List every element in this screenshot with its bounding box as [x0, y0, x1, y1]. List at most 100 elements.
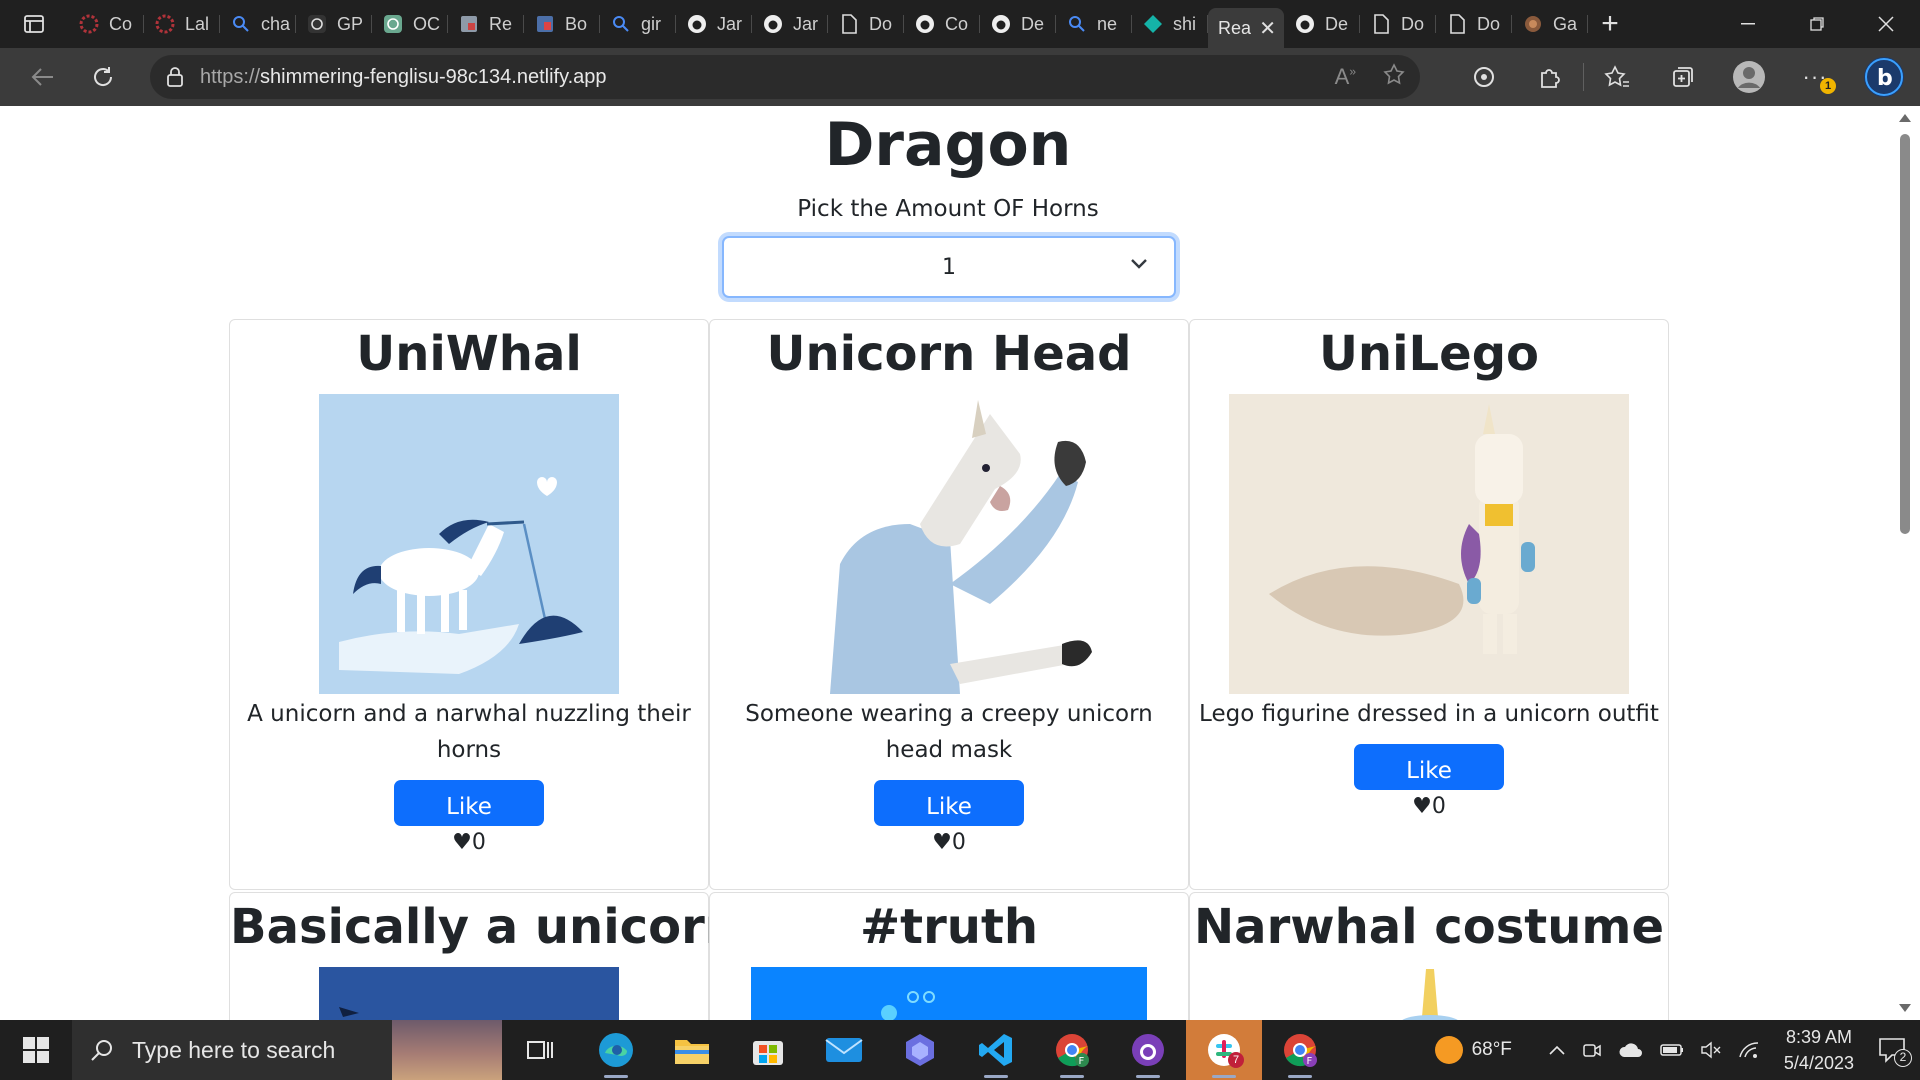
- tab[interactable]: De: [980, 6, 1056, 42]
- scroll-down-arrow-icon[interactable]: [1899, 1004, 1911, 1012]
- folder-icon: [675, 1040, 709, 1064]
- tab[interactable]: Do: [1360, 6, 1436, 42]
- start-button[interactable]: [0, 1020, 72, 1080]
- onedrive-icon[interactable]: [1618, 1041, 1644, 1059]
- document-icon: [838, 13, 860, 35]
- page-viewport: Dragon Pick the Amount OF Horns 1 UniWha…: [0, 106, 1920, 1020]
- lock-icon[interactable]: [150, 66, 200, 88]
- beast-image[interactable]: [319, 394, 619, 694]
- mail-button[interactable]: [806, 1020, 882, 1080]
- more-menu-button[interactable]: ··· 1: [1782, 48, 1848, 106]
- tab[interactable]: cha: [220, 6, 296, 42]
- chevron-up-icon[interactable]: [1548, 1044, 1566, 1056]
- card-title: #truth: [859, 899, 1039, 955]
- extensions-button[interactable]: [1517, 48, 1583, 106]
- like-button[interactable]: Like: [874, 780, 1024, 826]
- collections-button[interactable]: [1650, 48, 1716, 106]
- puzzle-icon: [1541, 69, 1560, 88]
- meet-now-icon[interactable]: [1582, 1040, 1602, 1060]
- tab[interactable]: ne: [1056, 6, 1132, 42]
- wifi-icon[interactable]: [1738, 1041, 1760, 1059]
- new-tab-button[interactable]: +: [1588, 6, 1632, 42]
- beast-image[interactable]: [319, 967, 619, 1020]
- tab[interactable]: Lal: [144, 6, 220, 42]
- tab[interactable]: De: [1284, 6, 1360, 42]
- github-desktop-button[interactable]: [1110, 1020, 1186, 1080]
- close-icon[interactable]: ✕: [1259, 16, 1276, 41]
- close-window-button[interactable]: [1851, 0, 1920, 48]
- file-explorer-button[interactable]: [654, 1020, 730, 1080]
- tab[interactable]: Do: [828, 6, 904, 42]
- tab-actions-icon: [24, 15, 44, 33]
- tab-title: Jar: [793, 13, 819, 34]
- scroll-up-arrow-icon[interactable]: [1899, 114, 1911, 122]
- store-button[interactable]: [730, 1020, 806, 1080]
- weather-temp[interactable]: 68°F: [1472, 1039, 1512, 1061]
- tab[interactable]: Ga: [1512, 6, 1588, 42]
- like-count: ♥0: [230, 830, 708, 855]
- add-favorite-icon[interactable]: [1382, 62, 1406, 92]
- like-count-value: 0: [951, 830, 966, 855]
- beast-image[interactable]: [1380, 967, 1480, 1020]
- tab[interactable]: Re: [448, 6, 524, 42]
- volume-muted-icon[interactable]: [1700, 1041, 1722, 1059]
- notification-count: 2: [1894, 1049, 1912, 1067]
- profile-button[interactable]: [1716, 48, 1782, 106]
- refresh-button[interactable]: [76, 48, 130, 106]
- clock-date: 5/4/2023: [1783, 1053, 1854, 1073]
- restore-button[interactable]: [1782, 0, 1851, 48]
- tab[interactable]: Co: [904, 6, 980, 42]
- selected-value: 1: [942, 254, 956, 280]
- bing-icon: b: [1864, 57, 1904, 97]
- like-button[interactable]: Like: [394, 780, 544, 826]
- search-icon: [1066, 13, 1088, 35]
- back-button[interactable]: [16, 48, 70, 106]
- power-automate-button[interactable]: [882, 1020, 958, 1080]
- chrome-profile-2-button[interactable]: F: [1262, 1020, 1338, 1080]
- chrome-profile-button[interactable]: F: [1034, 1020, 1110, 1080]
- beast-image[interactable]: [1229, 394, 1629, 694]
- like-button[interactable]: Like: [1354, 744, 1504, 790]
- mail-icon: [825, 1038, 863, 1062]
- system-clock[interactable]: 8:39 AM 5/4/2023: [1784, 1024, 1854, 1076]
- battery-icon[interactable]: [1660, 1043, 1684, 1057]
- weather-icon[interactable]: [1434, 1035, 1464, 1065]
- edge-taskbar-button[interactable]: [578, 1020, 654, 1080]
- favorites-button[interactable]: [1584, 48, 1650, 106]
- tab[interactable]: gir: [600, 6, 676, 42]
- refresh-icon: [94, 67, 113, 86]
- heart-icon: ♥: [1412, 794, 1432, 819]
- url-text[interactable]: https://shimmering-fenglisu-98c134.netli…: [200, 66, 607, 89]
- scrollbar-thumb[interactable]: [1900, 134, 1910, 534]
- slack-button[interactable]: 7: [1186, 1020, 1262, 1080]
- tab-actions-button[interactable]: [0, 0, 68, 48]
- vscode-button[interactable]: [958, 1020, 1034, 1080]
- beast-card: UniWhal A unicorn and a narwhal nuzzling…: [229, 319, 709, 890]
- tab[interactable]: Jar: [676, 6, 752, 42]
- read-aloud-icon[interactable]: A»: [1335, 64, 1356, 90]
- tab[interactable]: Do: [1436, 6, 1512, 42]
- minimize-button[interactable]: [1713, 0, 1782, 48]
- tab-active[interactable]: Rea ✕: [1208, 8, 1284, 48]
- tab-title: Lal: [185, 13, 210, 34]
- tab[interactable]: GP: [296, 6, 372, 42]
- taskbar-search-box[interactable]: Type here to search: [72, 1020, 502, 1080]
- tab[interactable]: shi: [1132, 6, 1208, 42]
- address-bar[interactable]: https://shimmering-fenglisu-98c134.netli…: [150, 55, 1420, 99]
- tab-title: Jar: [717, 13, 743, 34]
- tab[interactable]: Jar: [752, 6, 828, 42]
- beast-image[interactable]: [751, 967, 1147, 1020]
- horn-count-select[interactable]: 1: [722, 236, 1176, 298]
- beast-image[interactable]: [800, 394, 1100, 694]
- settings-extension-button[interactable]: [1451, 48, 1517, 106]
- tab[interactable]: Bo: [524, 6, 600, 42]
- tab[interactable]: Co: [68, 6, 144, 42]
- bing-chat-button[interactable]: b: [1848, 48, 1920, 106]
- task-view-button[interactable]: [502, 1020, 578, 1080]
- beast-card: Basically a unicorn: [229, 892, 739, 1020]
- card-title: Unicorn Head: [766, 326, 1132, 382]
- tab-title: OC: [413, 13, 440, 34]
- page-scrollbar[interactable]: [1890, 106, 1920, 1020]
- notification-center-button[interactable]: 2: [1878, 1037, 1912, 1067]
- tab[interactable]: OC: [372, 6, 448, 42]
